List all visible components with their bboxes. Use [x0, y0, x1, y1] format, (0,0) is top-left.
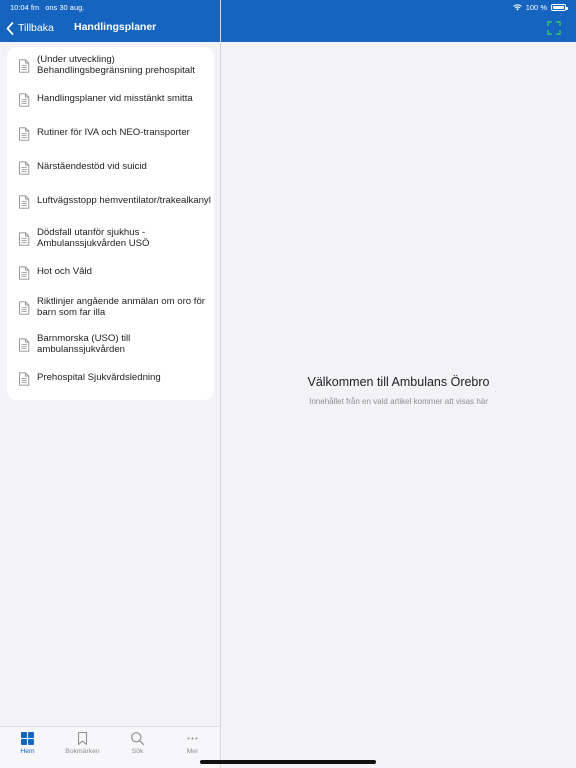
back-button[interactable]: Tillbaka: [6, 20, 54, 36]
page-title: Handlingsplaner: [74, 21, 157, 33]
tab-home-label: Hem: [20, 748, 35, 755]
bookmark-icon: [77, 731, 88, 746]
list-item-label: Närståendestöd vid suicid: [37, 162, 147, 173]
document-icon: [19, 58, 30, 73]
document-icon: [19, 265, 30, 280]
wifi-icon: [512, 4, 522, 11]
chevron-left-icon: [6, 21, 14, 35]
battery-percent: 100 %: [525, 3, 547, 12]
search-icon: [131, 732, 145, 746]
tab-more-label: Mer: [186, 748, 199, 755]
home-grid-icon: [21, 732, 34, 745]
list-item-label: Dödsfall utanför sjukhus - Ambulanssjukv…: [37, 227, 150, 249]
document-icon: [19, 301, 30, 315]
document-icon: [19, 92, 30, 107]
list-item-label: Rutiner för IVA och NEO-transporter: [37, 128, 190, 139]
tab-bookmarks-label: Bokmärken: [65, 748, 100, 755]
list-item-label: (Under utveckling) Behandlingsbegränsnin…: [37, 54, 195, 76]
tab-bookmarks[interactable]: Bokmärken: [55, 727, 110, 768]
list-item-label: Handlingsplaner vid misstänkt smitta: [37, 94, 193, 105]
detail-pane: Välkommen till Ambulans Örebro Innehålle…: [221, 42, 576, 768]
status-bar-left: 10:04 fm ons 30 aug.: [10, 3, 84, 12]
more-icon: [187, 737, 198, 740]
list-item-label: Barnmorska (USÖ) till ambulanssjukvården: [37, 334, 131, 355]
tab-home[interactable]: Hem: [0, 727, 55, 768]
tab-bar: Hem Bokmärken Sök Mer: [0, 726, 220, 768]
list-item[interactable]: Rutiner för IVA och NEO-transporter: [7, 115, 214, 152]
list-item-label: Prehospital Sjukvårdsledning: [37, 373, 161, 384]
back-button-label: Tillbaka: [18, 22, 54, 34]
list-item[interactable]: Luftvägsstopp hemventilator/trakealkanyl: [7, 183, 214, 220]
document-icon: [19, 231, 30, 246]
welcome-subtitle: Innehållet från en vald artikel kommer a…: [309, 397, 488, 406]
document-icon: [19, 160, 30, 175]
list-item[interactable]: Närståendestöd vid suicid: [7, 152, 214, 183]
tab-search-label: Sök: [131, 748, 144, 755]
list-item[interactable]: (Under utveckling) Behandlingsbegränsnin…: [7, 47, 214, 84]
status-date: ons 30 aug.: [45, 3, 85, 12]
home-indicator: [200, 760, 376, 764]
battery-icon: [551, 4, 568, 11]
status-bar-right: 100 %: [512, 3, 568, 12]
list-item-label: Luftvägsstopp hemventilator/trakealkanyl: [37, 196, 211, 207]
document-icon: [19, 371, 30, 386]
plans-list: (Under utveckling) Behandlingsbegränsnin…: [7, 47, 214, 400]
document-icon: [19, 338, 30, 352]
top-bar: 10:04 fm ons 30 aug. 100 % Tillbaka Hand…: [0, 0, 576, 42]
list-item-label: Riktlinjer angående anmälan om oro för b…: [37, 297, 205, 318]
document-icon: [19, 126, 30, 141]
welcome-title: Välkommen till Ambulans Örebro: [307, 375, 490, 389]
expand-icon[interactable]: [546, 20, 562, 36]
sidebar: (Under utveckling) Behandlingsbegränsnin…: [0, 42, 220, 726]
document-icon: [19, 194, 30, 209]
tab-search[interactable]: Sök: [110, 727, 165, 768]
list-item-label: Hot och Våld: [37, 267, 92, 278]
list-item[interactable]: Barnmorska (USÖ) till ambulanssjukvården: [7, 328, 214, 362]
list-item[interactable]: Riktlinjer angående anmälan om oro för b…: [7, 288, 214, 328]
list-item[interactable]: Handlingsplaner vid misstänkt smitta: [7, 84, 214, 115]
list-item[interactable]: Dödsfall utanför sjukhus - Ambulanssjukv…: [7, 220, 214, 257]
list-item[interactable]: Prehospital Sjukvårdsledning: [7, 362, 214, 395]
status-time: 10:04 fm: [10, 3, 40, 12]
list-item[interactable]: Hot och Våld: [7, 257, 214, 288]
